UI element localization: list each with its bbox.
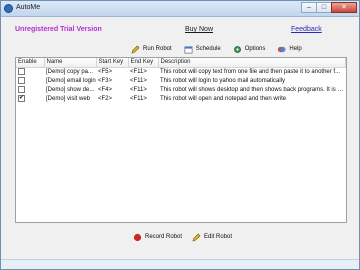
bottom-toolbar: Record Robot Edit Robot — [133, 231, 242, 243]
status-bar — [1, 259, 359, 269]
column-end-key[interactable]: End Key — [128, 58, 159, 68]
window-title: AutoMe — [16, 4, 41, 11]
window-controls: – □ ✕ — [301, 2, 357, 13]
column-name[interactable]: Name — [44, 58, 97, 68]
edit-robot-label: Edit Robot — [204, 234, 233, 240]
robots-table[interactable]: Enable Name Start Key End Key Descriptio… — [15, 57, 347, 223]
start-key-cell: <F4> — [98, 86, 113, 93]
start-key-cell: <F2> — [98, 95, 113, 102]
options-label: Options — [244, 46, 266, 52]
end-key-cell: <F11> — [130, 86, 147, 93]
name-cell: [Demo] show de... — [46, 86, 95, 93]
main-window: AutoMe – □ ✕ Unregistered Trial Version … — [0, 0, 360, 270]
maximize-button[interactable]: □ — [316, 2, 332, 13]
enable-cell — [16, 85, 44, 94]
end-key-cell: <F11> — [130, 95, 147, 102]
table-row[interactable]: [Demo] email login <F3> <F11> This robot wi… — [16, 76, 346, 85]
record-icon — [133, 233, 142, 241]
toolbar: Run Robot Schedule Options Help — [131, 43, 314, 55]
schedule-button[interactable]: Schedule — [184, 43, 221, 55]
description-cell: This robot will shows desktop and then s… — [160, 86, 346, 93]
minimize-button[interactable]: – — [301, 2, 317, 13]
options-button[interactable]: Options — [233, 43, 266, 55]
description-cell: This robot will copy text from one file … — [160, 68, 341, 75]
schedule-label: Schedule — [195, 46, 221, 52]
enable-checkbox[interactable] — [18, 68, 25, 76]
help-icon — [278, 46, 286, 52]
calendar-icon — [184, 45, 193, 53]
record-robot-button[interactable]: Record Robot — [133, 231, 182, 243]
run-robot-label: Run Robot — [143, 46, 172, 52]
start-key-cell: <F3> — [98, 77, 113, 84]
column-description[interactable]: Description — [158, 58, 346, 68]
enable-cell — [16, 67, 44, 76]
buy-now-link[interactable]: Buy Now — [185, 26, 213, 33]
column-start-key[interactable]: Start Key — [96, 58, 129, 68]
pencil-icon — [131, 45, 140, 54]
enable-checkbox[interactable] — [18, 76, 25, 84]
help-label: Help — [289, 46, 302, 52]
enable-checkbox[interactable]: ✔ — [18, 94, 25, 102]
table-header: Enable Name Start Key End Key Descriptio… — [16, 58, 346, 68]
name-cell: [Demo] visit web — [46, 95, 91, 102]
run-robot-button[interactable]: Run Robot — [131, 43, 172, 55]
header-row: Unregistered Trial Version Buy Now Feedb… — [1, 26, 359, 38]
trial-label: Unregistered Trial Version — [15, 26, 102, 33]
name-cell: [Demo] copy pa... — [46, 68, 94, 75]
pencil-icon — [192, 233, 201, 242]
end-key-cell: <F11> — [130, 77, 147, 84]
gear-icon — [233, 45, 241, 53]
table-row[interactable]: [Demo] show de... <F4> <F11> This robot wil… — [16, 85, 346, 94]
table-row[interactable]: [Demo] copy pa... <F5> <F11> This robot wil… — [16, 67, 346, 76]
description-cell: This robot will login to yahoo mail auto… — [160, 77, 286, 84]
app-icon — [4, 4, 13, 13]
enable-cell: ✔ — [16, 94, 44, 103]
description-cell: This robot will open and notepad and the… — [160, 95, 287, 102]
start-key-cell: <F5> — [98, 68, 113, 75]
close-button[interactable]: ✕ — [331, 2, 357, 13]
table-row[interactable]: ✔ [Demo] visit web <F2> <F11> This robot wil… — [16, 94, 346, 103]
feedback-link[interactable]: Feedback — [291, 26, 322, 33]
help-button[interactable]: Help — [277, 43, 302, 55]
column-enable[interactable]: Enable — [16, 58, 45, 68]
record-robot-label: Record Robot — [145, 234, 183, 240]
enable-checkbox[interactable] — [18, 85, 25, 93]
end-key-cell: <F11> — [130, 68, 147, 75]
enable-cell — [16, 76, 44, 85]
name-cell: [Demo] email login — [46, 77, 96, 84]
title-bar[interactable]: AutoMe – □ ✕ — [1, 1, 359, 17]
edit-robot-button[interactable]: Edit Robot — [192, 231, 232, 243]
